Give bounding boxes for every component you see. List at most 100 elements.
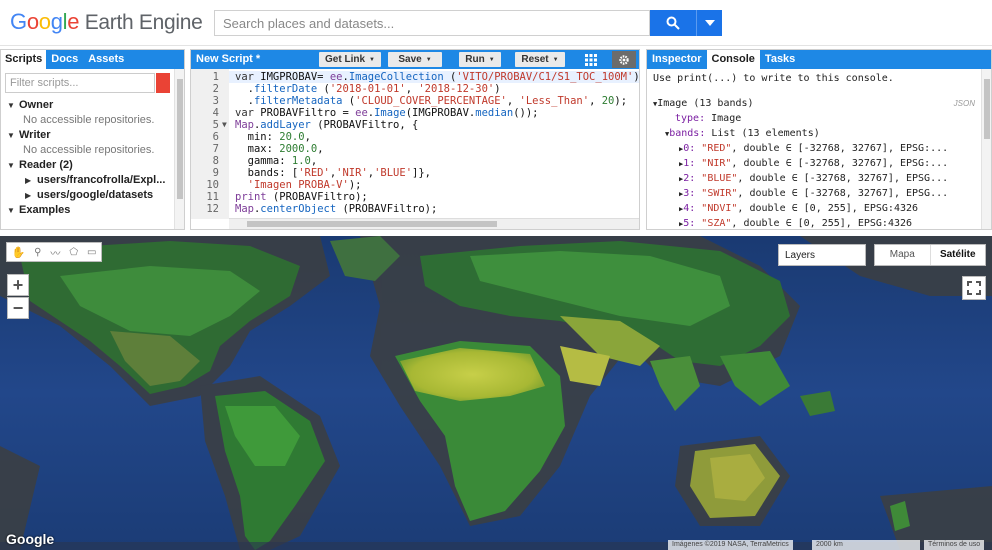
editor-horizontal-scrollbar[interactable] (229, 218, 639, 229)
bands-value: List (13 elements) (711, 128, 820, 139)
drawing-tools: ✋ ⚲ 〰 ⬠ ▭ (6, 242, 102, 262)
hand-icon[interactable]: ✋ (11, 246, 25, 259)
line-number: 3 (212, 95, 219, 107)
expand-icon: ▼ (7, 161, 15, 170)
band-desc: , double ∈ [-32768, 32767], EPSG:... (731, 158, 949, 169)
line-number: 8 (212, 155, 219, 167)
terms-link[interactable]: Términos de uso (924, 540, 985, 550)
fold-icon[interactable]: ▼ (222, 120, 227, 129)
line-number: 10 (206, 179, 219, 191)
collapse-icon: ▶ (25, 176, 32, 185)
polygon-icon[interactable]: ⬠ (69, 247, 78, 258)
tab-scripts[interactable]: Scripts (1, 50, 47, 69)
tree-repo-item[interactable]: ▶ users/google/datasets (7, 188, 165, 203)
script-tree: ▼ Owner No accessible repositories. ▼ Writ… (7, 98, 165, 218)
code-line: .filterMetadata ('CLOUD_COVER_PERCENTAGE… (235, 95, 628, 107)
earth-engine-app: Google Earth Engine Search places and da… (0, 0, 992, 550)
search-input[interactable]: Search places and datasets... (214, 10, 650, 36)
scrollbar-thumb[interactable] (247, 221, 497, 227)
tab-assets[interactable]: Assets (83, 50, 129, 69)
chevron-down-icon: ▼ (369, 56, 375, 63)
scripts-panel: Scripts Docs Assets Filter scripts... ▼ O… (0, 49, 185, 230)
line-number: 11 (206, 191, 219, 203)
tab-inspector[interactable]: Inspector (647, 50, 707, 69)
image-object-row[interactable]: ▼Image (13 bands) JSON (653, 96, 977, 111)
save-button[interactable]: Save ▼ (388, 52, 442, 67)
line-number: 7 (212, 143, 219, 155)
filter-scripts-input[interactable]: Filter scripts... (5, 73, 155, 93)
line-number: 2 (212, 83, 219, 95)
band-index: 0: (683, 143, 696, 154)
apps-button[interactable] (580, 52, 602, 67)
tree-repo-item[interactable]: ▶ users/francofrolla/Expl... (7, 173, 165, 188)
tab-tasks[interactable]: Tasks (760, 50, 800, 69)
console-scrollbar[interactable] (981, 69, 991, 229)
tab-docs[interactable]: Docs (46, 50, 83, 69)
tree-reader[interactable]: ▼ Reader (2) (7, 158, 165, 173)
band-name: "NIR" (701, 158, 732, 169)
logo-letter: o (26, 9, 39, 34)
logo-letter: e (67, 9, 80, 34)
image-header: Image (13 bands) (657, 98, 754, 109)
band-index: 1: (683, 158, 696, 169)
band-row[interactable]: ▶0: "RED", double ∈ [-32768, 32767], EPS… (653, 141, 977, 156)
zoom-in-button[interactable]: + (7, 274, 29, 296)
earth-engine-logo[interactable]: Google Earth Engine (10, 9, 203, 35)
line-icon[interactable]: 〰 (50, 245, 60, 260)
code-editor-panel: New Script * Get Link ▼ Save ▼ Run ▼ Reset ▼… (190, 49, 640, 230)
fullscreen-button[interactable] (962, 276, 986, 300)
scale-bar: 2000 km (812, 540, 920, 550)
band-name: "BLUE" (701, 173, 738, 184)
line-number: 1 (212, 71, 219, 83)
code-editor[interactable]: 1 2 3 4 5 6 7 8 9 10 11 12 ▼ var IMGPROB… (191, 69, 639, 219)
scrollbar-thumb[interactable] (984, 79, 990, 139)
band-row[interactable]: ▶5: "SZA", double ∈ [0, 255], EPSG:4326 (653, 216, 977, 231)
layers-button[interactable]: Layers (778, 244, 866, 266)
top-header: Google Earth Engine Search places and da… (0, 0, 992, 46)
zoom-out-button[interactable]: − (7, 297, 29, 319)
code-line: Map.addLayer (PROBAVFiltro, { (235, 119, 419, 131)
logo-letter: G (10, 9, 27, 34)
tree-reader-label: Reader (2) (19, 159, 73, 171)
band-row[interactable]: ▶1: "NIR", double ∈ [-32768, 32767], EPS… (653, 156, 977, 171)
tree-examples-label: Examples (19, 204, 71, 216)
get-link-button[interactable]: Get Link ▼ (319, 52, 381, 67)
code-line: Map.centerObject (PROBAVFiltro); (235, 203, 438, 215)
scrollbar-thumb[interactable] (177, 79, 183, 199)
script-title[interactable]: New Script * (191, 50, 265, 69)
tree-owner-note: No accessible repositories. (23, 114, 155, 126)
collapse-icon: ▶ (25, 191, 32, 200)
tree-writer[interactable]: ▼ Writer (7, 128, 165, 143)
tree-examples[interactable]: ▼ Examples (7, 203, 165, 218)
band-row[interactable]: ▶4: "NDVI", double ∈ [0, 255], EPSG:4326 (653, 201, 977, 216)
type-key: type: (675, 113, 706, 124)
tree-owner[interactable]: ▼ Owner (7, 98, 165, 113)
settings-button[interactable] (612, 51, 636, 68)
map-type-map[interactable]: Mapa (875, 245, 930, 265)
tree-writer-note: No accessible repositories. (23, 144, 155, 156)
band-name: "NDVI" (701, 203, 738, 214)
search-options-button[interactable] (696, 10, 722, 36)
tab-console[interactable]: Console (706, 50, 760, 69)
reset-button[interactable]: Reset ▼ (515, 52, 565, 67)
search-icon (666, 16, 680, 30)
grid-icon (585, 53, 597, 66)
bands-row[interactable]: ▼bands: List (13 elements) (653, 126, 977, 141)
search-button[interactable] (650, 10, 696, 36)
map-view[interactable]: ✋ ⚲ 〰 ⬠ ▭ + − Layers Mapa Satélite Googl… (0, 236, 992, 550)
satellite-map-imagery[interactable] (0, 236, 992, 550)
map-attribution: Imágenes ©2019 NASA, TerraMetrics (668, 540, 793, 550)
band-row[interactable]: ▶2: "BLUE", double ∈ [-32768, 32767], EP… (653, 171, 977, 186)
marker-icon[interactable]: ⚲ (34, 247, 41, 258)
band-row[interactable]: ▶3: "SWIR", double ∈ [-32768, 32767], EP… (653, 186, 977, 201)
console-tab-bar: Inspector Console Tasks (647, 50, 991, 69)
new-script-button[interactable] (156, 73, 170, 93)
scripts-scrollbar[interactable] (174, 69, 184, 229)
map-type-satellite[interactable]: Satélite (929, 245, 986, 265)
rectangle-icon[interactable]: ▭ (87, 247, 96, 258)
tree-repo-label: users/google/datasets (37, 189, 154, 201)
run-button[interactable]: Run ▼ (459, 52, 501, 67)
code-line: 'Imagen PROBA-V'); (247, 179, 362, 191)
run-label: Run (465, 54, 485, 65)
json-toggle[interactable]: JSON (954, 96, 975, 111)
